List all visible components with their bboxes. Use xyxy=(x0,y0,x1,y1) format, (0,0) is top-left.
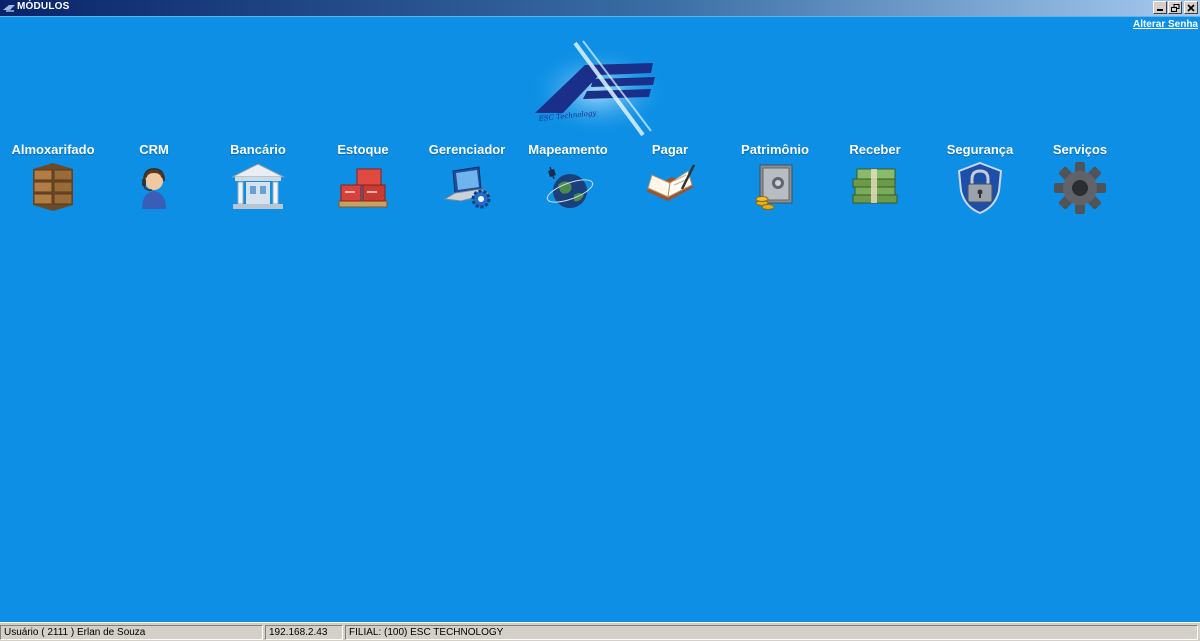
boxes-icon xyxy=(33,163,73,211)
module-label: CRM xyxy=(139,142,169,157)
shield-lock-icon xyxy=(957,161,1003,215)
minimize-button[interactable] xyxy=(1153,1,1167,14)
status-bar: Usuário ( 2111 ) Erlan de Souza 192.168.… xyxy=(0,622,1200,641)
pallet-boxes-icon xyxy=(338,168,388,208)
module-almoxarifado[interactable]: Almoxarifado xyxy=(3,142,103,211)
app-icon xyxy=(3,5,15,12)
module-label: Patrimônio xyxy=(741,142,809,157)
module-label: Serviços xyxy=(1052,142,1108,157)
module-pagar[interactable]: Pagar xyxy=(620,142,720,211)
module-label: Bancário xyxy=(230,142,286,157)
module-label: Segurança xyxy=(946,142,1014,157)
module-label: Almoxarifado xyxy=(11,142,95,157)
window-title: MÓDULOS xyxy=(17,1,70,12)
restore-icon xyxy=(1171,4,1180,12)
bank-building-icon xyxy=(231,163,285,209)
module-seguranca[interactable]: Segurança xyxy=(930,142,1030,215)
module-receber[interactable]: Receber xyxy=(825,142,925,211)
module-mapeamento[interactable]: Mapeamento xyxy=(518,142,618,211)
module-patrimonio[interactable]: Patrimônio xyxy=(725,142,825,211)
module-gerenciador[interactable]: Gerenciador xyxy=(417,142,517,211)
book-pen-icon xyxy=(646,164,696,201)
safe-coins-icon xyxy=(755,164,793,210)
restore-button[interactable] xyxy=(1168,1,1182,14)
laptop-gear-icon xyxy=(443,166,491,209)
esc-technology-logo: ESC Technology xyxy=(526,40,670,137)
module-label: Pagar xyxy=(651,142,689,157)
module-estoque[interactable]: Estoque xyxy=(313,142,413,211)
status-user: Usuário ( 2111 ) Erlan de Souza xyxy=(0,625,263,640)
module-label: Gerenciador xyxy=(428,142,506,157)
money-stack-icon xyxy=(852,168,898,204)
module-label: Estoque xyxy=(337,142,389,157)
module-crm[interactable]: CRM xyxy=(104,142,204,211)
module-servicos[interactable]: Serviços xyxy=(1030,142,1130,215)
globe-satellite-icon xyxy=(546,166,594,208)
status-branch: FILIAL: (100) ESC TECHNOLOGY xyxy=(345,625,1198,640)
headset-agent-icon xyxy=(142,167,166,209)
minimize-icon xyxy=(1157,9,1163,11)
module-label: Mapeamento xyxy=(528,142,608,157)
gear-icon xyxy=(1054,162,1106,214)
module-bancario[interactable]: Bancário xyxy=(208,142,308,211)
status-ip: 192.168.2.43 xyxy=(265,625,343,640)
module-label: Receber xyxy=(849,142,901,157)
close-icon xyxy=(1187,4,1195,12)
modules-panel: Alterar Senha ESC Technology Almoxarifad… xyxy=(0,16,1200,622)
close-button[interactable] xyxy=(1184,1,1198,14)
title-bar: MÓDULOS xyxy=(0,0,1200,16)
change-password-link[interactable]: Alterar Senha xyxy=(1133,19,1198,30)
